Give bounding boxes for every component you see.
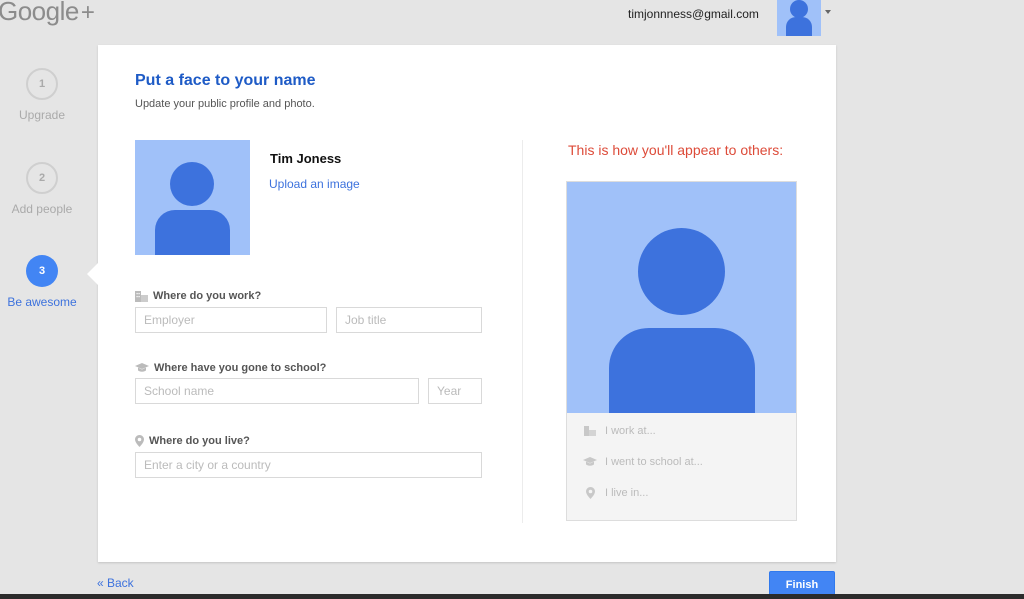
profile-card: Put a face to your name Update your publ… bbox=[87, 45, 836, 562]
taskbar-strip bbox=[0, 594, 1024, 599]
logo-text: Google bbox=[0, 0, 79, 26]
back-link[interactable]: « Back bbox=[97, 576, 134, 590]
step-number: 3 bbox=[26, 255, 58, 287]
step-label: Add people bbox=[11, 202, 73, 216]
preview-work-line: I work at... bbox=[583, 425, 656, 437]
column-divider bbox=[522, 140, 523, 523]
building-icon bbox=[135, 290, 148, 302]
location-pin-icon bbox=[585, 487, 595, 499]
school-label-text: Where have you gone to school? bbox=[154, 362, 327, 374]
step-label: Be awesome bbox=[7, 295, 77, 309]
preview-title: This is how you'll appear to others: bbox=[568, 142, 784, 158]
work-label-text: Where do you work? bbox=[153, 290, 262, 302]
upload-image-link[interactable]: Upload an image bbox=[269, 177, 360, 191]
school-label: Where have you gone to school? bbox=[135, 362, 326, 374]
school-name-input[interactable] bbox=[135, 378, 419, 404]
card-pointer bbox=[87, 263, 98, 285]
preview-school-line: I went to school at... bbox=[583, 456, 703, 468]
account-email[interactable]: timjonnness@gmail.com bbox=[628, 7, 759, 21]
step-upgrade[interactable]: 1 Upgrade bbox=[0, 68, 84, 122]
work-label: Where do you work? bbox=[135, 290, 261, 302]
live-label: Where do you live? bbox=[135, 435, 250, 447]
google-plus-logo[interactable]: Google+ bbox=[0, 0, 95, 27]
page-subtitle: Update your public profile and photo. bbox=[135, 98, 315, 110]
graduation-cap-icon bbox=[135, 363, 149, 372]
profile-name: Tim Joness bbox=[270, 151, 342, 166]
logo-plus: + bbox=[80, 0, 95, 26]
preview-card: I work at... I went to school at... I li… bbox=[566, 181, 797, 521]
employer-input[interactable] bbox=[135, 307, 327, 333]
account-avatar[interactable] bbox=[777, 0, 821, 36]
preview-photo bbox=[567, 182, 796, 413]
preview-work-text: I work at... bbox=[605, 425, 656, 437]
preview-live-text: I live in... bbox=[605, 487, 649, 499]
step-number: 1 bbox=[26, 68, 58, 100]
preview-school-text: I went to school at... bbox=[605, 456, 703, 468]
step-be-awesome[interactable]: 3 Be awesome bbox=[0, 255, 84, 309]
live-label-text: Where do you live? bbox=[149, 435, 250, 447]
profile-photo[interactable] bbox=[135, 140, 250, 255]
page-title: Put a face to your name bbox=[135, 72, 316, 89]
graduation-cap-icon bbox=[583, 457, 597, 466]
step-number: 2 bbox=[26, 162, 58, 194]
year-input[interactable] bbox=[428, 378, 482, 404]
job-title-input[interactable] bbox=[336, 307, 482, 333]
location-input[interactable] bbox=[135, 452, 482, 478]
step-label: Upgrade bbox=[18, 108, 66, 122]
building-icon bbox=[584, 426, 596, 436]
preview-live-line: I live in... bbox=[583, 487, 648, 499]
step-add-people[interactable]: 2 Add people bbox=[0, 162, 84, 216]
chevron-down-icon[interactable] bbox=[825, 10, 831, 14]
location-pin-icon bbox=[135, 435, 144, 447]
